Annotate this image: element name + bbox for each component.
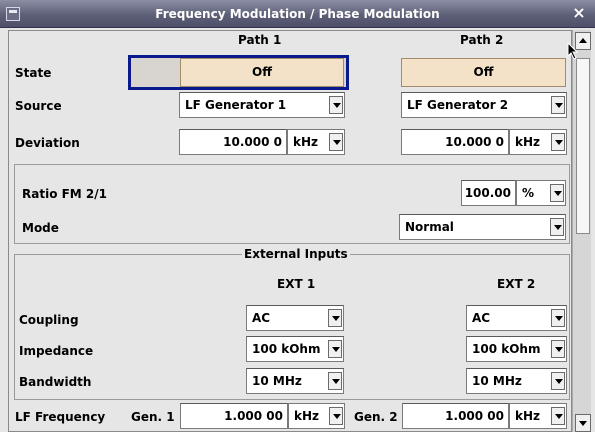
- deviation-path2-unit-select[interactable]: kHz: [509, 129, 567, 155]
- bandwidth-ext2-select[interactable]: 10 MHz: [466, 368, 567, 394]
- bandwidth-ext2-value: 10 MHz: [472, 374, 522, 388]
- mode-label: Mode: [22, 221, 59, 235]
- gen2-unit-select[interactable]: kHz: [509, 403, 567, 429]
- dropdown-arrow-icon[interactable]: [328, 340, 342, 358]
- dropdown-arrow-icon[interactable]: [329, 407, 343, 425]
- deviation-path1-value: 10.000 0: [223, 135, 282, 149]
- ratio-unit: %: [522, 186, 535, 200]
- bandwidth-ext1-value: 10 MHz: [252, 374, 302, 388]
- impedance-ext2-value: 100 kOhm: [472, 342, 541, 356]
- coupling-ext1-value: AC: [252, 311, 271, 325]
- column-header-path1: Path 1: [238, 33, 282, 47]
- column-header-path2: Path 2: [460, 33, 504, 47]
- lf-frequency-label: LF Frequency: [15, 410, 106, 424]
- ext2-header: EXT 2: [497, 277, 536, 291]
- dropdown-arrow-icon[interactable]: [550, 218, 564, 236]
- dropdown-arrow-icon[interactable]: [329, 133, 343, 151]
- deviation-path1-unit-select[interactable]: kHz: [287, 129, 345, 155]
- dropdown-arrow-icon[interactable]: [551, 96, 565, 114]
- gen2-frequency-input[interactable]: 1.000 00: [402, 403, 509, 429]
- mode-select[interactable]: Normal: [399, 214, 566, 240]
- source-path2-select[interactable]: LF Generator 2: [401, 92, 567, 118]
- dropdown-arrow-icon[interactable]: [329, 96, 343, 114]
- window-title: Frequency Modulation / Phase Modulation: [155, 7, 440, 21]
- dropdown-arrow-icon[interactable]: [328, 309, 342, 327]
- window-titlebar: Frequency Modulation / Phase Modulation: [0, 0, 595, 28]
- dropdown-arrow-icon[interactable]: [328, 372, 342, 390]
- scroll-down-icon[interactable]: [575, 414, 591, 432]
- deviation-path1-input[interactable]: 10.000 0: [179, 129, 287, 155]
- dropdown-arrow-icon[interactable]: [551, 372, 565, 390]
- dropdown-arrow-icon[interactable]: [551, 133, 565, 151]
- source-path2-value: LF Generator 2: [407, 98, 509, 112]
- deviation-path2-input[interactable]: 10.000 0: [401, 129, 509, 155]
- impedance-ext1-value: 100 kOhm: [252, 342, 321, 356]
- ratio-value: 100.00: [464, 186, 511, 200]
- external-inputs-title: External Inputs: [242, 247, 350, 261]
- gen2-frequency-value: 1.000 00: [445, 409, 504, 423]
- ratio-label: Ratio FM 2/1: [22, 187, 108, 201]
- dropdown-arrow-icon[interactable]: [551, 309, 565, 327]
- mouse-cursor-icon: [567, 42, 579, 60]
- source-label: Source: [15, 99, 62, 113]
- state-path1-button[interactable]: Off: [180, 58, 344, 87]
- dropdown-arrow-icon[interactable]: [551, 340, 565, 358]
- coupling-ext2-value: AC: [472, 311, 491, 325]
- impedance-ext2-select[interactable]: 100 kOhm: [466, 336, 567, 362]
- close-icon[interactable]: ×: [571, 4, 587, 22]
- dropdown-arrow-icon[interactable]: [550, 184, 564, 202]
- state-label: State: [15, 66, 52, 80]
- gen2-label: Gen. 2: [354, 410, 398, 424]
- source-path1-value: LF Generator 1: [185, 98, 287, 112]
- coupling-ext2-select[interactable]: AC: [466, 305, 567, 331]
- gen2-unit: kHz: [515, 409, 541, 423]
- deviation-label: Deviation: [15, 136, 80, 150]
- gen1-frequency-value: 1.000 00: [224, 409, 283, 423]
- ratio-unit-select[interactable]: %: [516, 180, 566, 206]
- deviation-path2-value: 10.000 0: [445, 135, 504, 149]
- window-menu-icon[interactable]: [6, 7, 20, 21]
- bandwidth-label: Bandwidth: [19, 375, 92, 389]
- state-path2-button[interactable]: Off: [401, 58, 566, 87]
- ext1-header: EXT 1: [277, 277, 316, 291]
- coupling-label: Coupling: [19, 313, 79, 327]
- deviation-path1-unit: kHz: [293, 135, 319, 149]
- coupling-ext1-select[interactable]: AC: [246, 305, 344, 331]
- scrollbar-thumb[interactable]: [576, 58, 590, 234]
- bandwidth-ext1-select[interactable]: 10 MHz: [246, 368, 344, 394]
- dropdown-arrow-icon[interactable]: [551, 407, 565, 425]
- gen1-label: Gen. 1: [131, 410, 175, 424]
- impedance-ext1-select[interactable]: 100 kOhm: [246, 336, 344, 362]
- gen1-unit-select[interactable]: kHz: [288, 403, 345, 429]
- impedance-label: Impedance: [19, 344, 94, 358]
- gen1-unit: kHz: [294, 409, 320, 423]
- deviation-path2-unit: kHz: [515, 135, 541, 149]
- mode-value: Normal: [405, 220, 454, 234]
- source-path1-select[interactable]: LF Generator 1: [179, 92, 345, 118]
- ratio-input[interactable]: 100.00: [461, 180, 516, 206]
- gen1-frequency-input[interactable]: 1.000 00: [180, 403, 288, 429]
